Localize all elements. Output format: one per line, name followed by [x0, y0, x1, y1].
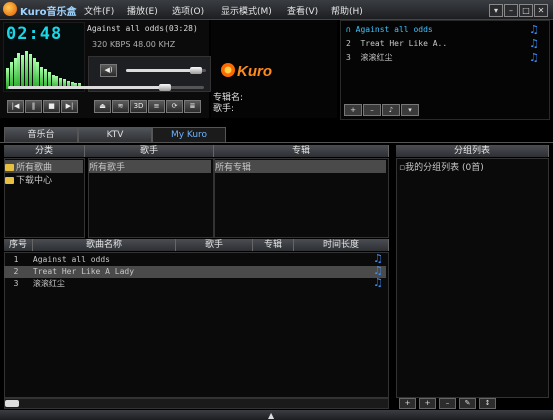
playlist-remove-button[interactable]: – — [363, 104, 381, 116]
group-remove-button[interactable]: – — [439, 398, 456, 409]
list-button[interactable]: ≡ — [148, 100, 165, 113]
folder-icon — [5, 177, 14, 184]
playlist-sort-button[interactable]: ♪ — [382, 104, 400, 116]
eq-button[interactable]: ≋ — [112, 100, 129, 113]
playlist-item[interactable]: ∩ Against all odds — [346, 25, 433, 34]
volume-knob[interactable] — [190, 67, 203, 74]
playlist-add-button[interactable]: + — [344, 104, 362, 116]
spectrum-bar — [9, 62, 13, 89]
menu-options[interactable]: 选项(O) — [172, 4, 204, 17]
folder-icon — [5, 164, 14, 171]
category-item-downloads[interactable]: 下载中心 — [5, 173, 52, 186]
note-icon: ♫ — [529, 51, 539, 64]
col-title[interactable]: 歌曲名称 — [33, 239, 176, 251]
progress-slider[interactable] — [8, 86, 204, 89]
note-icon: ♫ — [529, 37, 539, 50]
spectrum-bar — [21, 55, 25, 89]
menu-view[interactable]: 查看(V) — [287, 4, 318, 17]
title-bar — [0, 0, 553, 20]
spectrum-bar — [13, 57, 17, 89]
volume-fill — [126, 69, 197, 72]
artist-item-all[interactable]: 所有歌手 — [89, 160, 211, 173]
table-row[interactable]: 3 滚滚红尘 — [4, 278, 386, 290]
repeat-button[interactable]: ⟳ — [166, 100, 183, 113]
spectrum-visualizer — [6, 49, 82, 89]
logo-icon — [3, 2, 17, 16]
pin-icon[interactable]: ▾ — [489, 4, 503, 17]
3d-button[interactable]: 3D — [130, 100, 147, 113]
group-list-header: 分组列表 — [396, 145, 549, 157]
tab-divider — [0, 142, 553, 143]
current-track: Against all odds(03:28) — [87, 24, 198, 33]
playing-icon: ∩ — [346, 25, 356, 34]
album-item-all[interactable]: 所有专辑 — [215, 160, 386, 173]
bitrate-info: 320 KBPS 48.00 KHZ — [92, 40, 176, 49]
stop-button[interactable]: ■ — [43, 100, 60, 113]
group-new-button[interactable]: + — [419, 398, 436, 409]
group-panel — [396, 158, 549, 398]
note-icon: ♫ — [529, 23, 539, 36]
menu-file[interactable]: 文件(F) — [84, 4, 114, 17]
bottom-bar — [0, 410, 553, 420]
expand-arrow-icon[interactable]: ▲ — [268, 411, 274, 420]
menu-help[interactable]: 帮助(H) — [331, 4, 363, 17]
progress-knob[interactable] — [158, 84, 171, 91]
progress-fill — [8, 86, 165, 89]
next-button[interactable]: ▶| — [61, 100, 78, 113]
group-sort-button[interactable]: ↕ — [479, 398, 496, 409]
group-item[interactable]: ▫我的分组列表 (0首) — [399, 160, 484, 173]
maximize-icon[interactable]: □ — [519, 4, 533, 17]
minimize-icon[interactable]: – — [504, 4, 518, 17]
group-add-button[interactable]: + — [399, 398, 416, 409]
mute-button[interactable]: ◀) — [100, 64, 117, 77]
playlist-menu-button[interactable]: ▾ — [401, 104, 419, 116]
table-row[interactable]: 2 Treat Her Like A Lady — [4, 266, 386, 278]
playlist-item[interactable]: 3 滚滚红尘 — [346, 52, 392, 63]
col-artist[interactable]: 歌手 — [176, 239, 253, 251]
horizontal-scrollbar[interactable] — [4, 398, 389, 409]
scroll-thumb[interactable] — [5, 400, 19, 407]
menu-play[interactable]: 播放(E) — [127, 4, 158, 17]
spectrum-bar — [36, 62, 40, 89]
note-icon: ♫ — [373, 276, 383, 289]
app-title: Kuro音乐盒 — [20, 7, 77, 18]
col-album[interactable]: 专辑 — [253, 239, 294, 251]
artist-header: 歌手 — [85, 145, 214, 157]
col-duration[interactable]: 时间长度 — [294, 239, 389, 251]
album-header: 专辑 — [214, 145, 389, 157]
tab-my-kuro[interactable]: My Kuro — [152, 127, 226, 143]
spectrum-bar — [17, 52, 21, 89]
tab-ktv[interactable]: KTV — [78, 127, 152, 143]
category-item-all-songs[interactable]: 所有歌曲 — [5, 160, 83, 173]
menu-display-mode[interactable]: 显示模式(M) — [221, 4, 272, 17]
spectrum-bar — [32, 58, 36, 89]
table-row[interactable]: 1 Against all odds — [4, 254, 386, 266]
close-icon[interactable]: ✕ — [534, 4, 548, 17]
spectrum-bar — [25, 50, 28, 89]
kuro-logo-icon: Kuro — [221, 63, 272, 80]
group-edit-button[interactable]: ✎ — [459, 398, 476, 409]
eject-button[interactable]: ⏏ — [94, 100, 111, 113]
category-header: 分类 — [4, 145, 85, 157]
col-num[interactable]: 序号 — [4, 239, 33, 251]
pause-button[interactable]: ‖ — [25, 100, 42, 113]
spectrum-bar — [28, 54, 32, 89]
lyrics-button[interactable]: ≣ — [184, 100, 201, 113]
svg-text:Kuro: Kuro — [237, 63, 272, 80]
tab-music-station[interactable]: 音乐台 — [4, 127, 78, 143]
playback-time: 02:48 — [6, 24, 63, 44]
playlist-item[interactable]: 2 Treat Her Like A.. — [346, 39, 447, 48]
artist-label: 歌手: — [213, 104, 235, 114]
prev-button[interactable]: |◀ — [7, 100, 24, 113]
